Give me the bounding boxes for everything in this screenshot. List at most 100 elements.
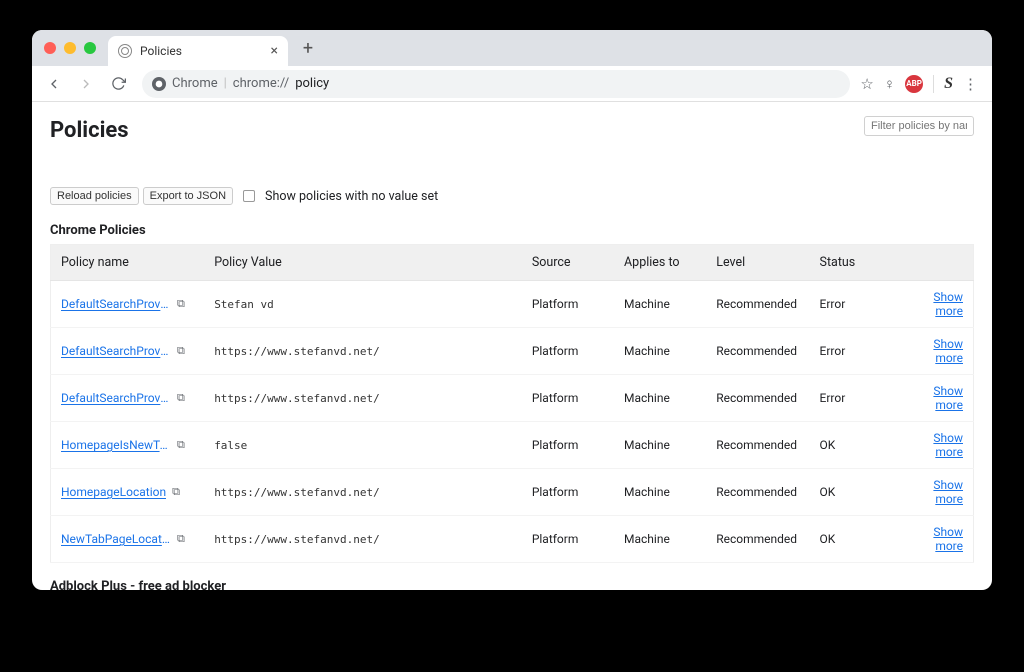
policy-level: Recommended	[706, 328, 809, 375]
export-json-button[interactable]: Export to JSON	[143, 187, 233, 205]
tab-title: Policies	[140, 44, 182, 58]
show-empty-checkbox[interactable]	[243, 190, 255, 202]
policy-name-link[interactable]: DefaultSearchProvider…	[61, 344, 171, 358]
policy-status: Error	[810, 375, 902, 422]
minimize-window-button[interactable]	[64, 42, 76, 54]
url-host: chrome://	[233, 76, 289, 91]
table-row: DefaultSearchProvider… ⧉ https://www.stefa…	[51, 328, 974, 375]
show-more-link[interactable]: Show more	[933, 290, 963, 318]
policy-applies: Machine	[614, 422, 706, 469]
show-empty-label: Show policies with no value set	[265, 189, 438, 204]
chrome-section-title: Chrome Policies	[50, 223, 974, 238]
th-applies: Applies to	[614, 245, 706, 281]
policy-level: Recommended	[706, 469, 809, 516]
external-link-icon[interactable]: ⧉	[177, 344, 185, 358]
policy-source: Platform	[522, 281, 614, 328]
window-controls	[44, 42, 96, 54]
globe-icon	[118, 44, 132, 58]
policy-name-link[interactable]: DefaultSearchProvider…	[61, 297, 171, 311]
policy-source: Platform	[522, 422, 614, 469]
filter-input[interactable]	[864, 116, 974, 136]
policy-value: https://www.stefanvd.net/	[214, 392, 380, 405]
star-icon[interactable]: ☆	[860, 75, 873, 93]
policy-value: false	[214, 439, 247, 452]
table-row: NewTabPageLocation ⧉ https://www.stefanvd.…	[51, 516, 974, 563]
policy-status: OK	[810, 469, 902, 516]
show-more-link[interactable]: Show more	[933, 478, 963, 506]
back-button[interactable]	[40, 70, 68, 98]
actions: Reload policies Export to JSON Show poli…	[50, 187, 974, 205]
policy-value: https://www.stefanvd.net/	[214, 486, 380, 499]
th-name: Policy name	[51, 245, 205, 281]
policy-applies: Machine	[614, 281, 706, 328]
table-row: HomepageIsNewTabP… ⧉ false PlatformMachineR…	[51, 422, 974, 469]
external-link-icon[interactable]: ⧉	[177, 391, 185, 405]
table-row: DefaultSearchProvider… ⧉ Stefan vd Platform…	[51, 281, 974, 328]
close-window-button[interactable]	[44, 42, 56, 54]
page-title: Policies	[50, 118, 129, 143]
toolbar-right: ☆ ♀ ABP S ⋮	[860, 75, 978, 93]
maximize-window-button[interactable]	[84, 42, 96, 54]
separator	[933, 75, 934, 93]
policy-name-link[interactable]: HomepageIsNewTabP…	[61, 438, 171, 452]
policy-source: Platform	[522, 469, 614, 516]
policy-name-link[interactable]: HomepageLocation	[61, 485, 166, 499]
page-content: Policies Reload policies Export to JSON …	[32, 102, 992, 590]
table-row: DefaultSearchProvider… ⧉ https://www.stefa…	[51, 375, 974, 422]
policy-value: Stefan vd	[214, 298, 274, 311]
policy-applies: Machine	[614, 328, 706, 375]
abp-extension-icon[interactable]: ABP	[905, 75, 923, 93]
external-link-icon[interactable]: ⧉	[177, 438, 185, 452]
th-action	[902, 245, 974, 281]
tab-policies[interactable]: Policies ×	[108, 36, 288, 66]
th-level: Level	[706, 245, 809, 281]
policy-level: Recommended	[706, 375, 809, 422]
reload-policies-button[interactable]: Reload policies	[50, 187, 139, 205]
policy-source: Platform	[522, 328, 614, 375]
policy-name-link[interactable]: NewTabPageLocation	[61, 532, 171, 546]
close-tab-icon[interactable]: ×	[271, 43, 278, 59]
th-status: Status	[810, 245, 902, 281]
forward-button[interactable]	[72, 70, 100, 98]
show-more-link[interactable]: Show more	[933, 431, 963, 459]
policy-status: Error	[810, 328, 902, 375]
policy-applies: Machine	[614, 516, 706, 563]
table-row: HomepageLocation ⧉ https://www.stefanvd.ne…	[51, 469, 974, 516]
th-source: Source	[522, 245, 614, 281]
abp-section-title: Adblock Plus - free ad blocker	[50, 579, 974, 590]
external-link-icon[interactable]: ⧉	[172, 485, 180, 499]
policy-name-link[interactable]: DefaultSearchProvider…	[61, 391, 171, 405]
policy-status: Error	[810, 281, 902, 328]
titlebar: Policies × +	[32, 30, 992, 66]
show-more-link[interactable]: Show more	[933, 525, 963, 553]
address-bar[interactable]: Chrome | chrome:// policy	[142, 70, 850, 98]
policy-value: https://www.stefanvd.net/	[214, 345, 380, 358]
policy-source: Platform	[522, 516, 614, 563]
reload-button[interactable]	[104, 70, 132, 98]
policy-source: Platform	[522, 375, 614, 422]
policy-value: https://www.stefanvd.net/	[214, 533, 380, 546]
menu-icon[interactable]: ⋮	[963, 75, 978, 93]
new-tab-button[interactable]: +	[296, 36, 320, 60]
tabs: Policies × +	[108, 30, 320, 66]
chrome-policies-table: Policy name Policy Value Source Applies …	[50, 244, 974, 563]
policy-level: Recommended	[706, 422, 809, 469]
site-info-icon[interactable]	[152, 77, 166, 91]
external-link-icon[interactable]: ⧉	[177, 297, 185, 311]
extension-s-icon[interactable]: S	[944, 75, 953, 93]
lightbulb-icon[interactable]: ♀	[884, 75, 895, 93]
toolbar: Chrome | chrome:// policy ☆ ♀ ABP S ⋮	[32, 66, 992, 102]
policy-status: OK	[810, 516, 902, 563]
url-divider: |	[224, 76, 227, 91]
policy-level: Recommended	[706, 281, 809, 328]
show-more-link[interactable]: Show more	[933, 337, 963, 365]
browser-window: Policies × + Chrome | chrome:// policy ☆ …	[32, 30, 992, 590]
show-more-link[interactable]: Show more	[933, 384, 963, 412]
external-link-icon[interactable]: ⧉	[177, 532, 185, 546]
policy-level: Recommended	[706, 516, 809, 563]
th-value: Policy Value	[204, 245, 522, 281]
url-scheme: Chrome	[172, 76, 218, 91]
url-path: policy	[295, 76, 329, 91]
policy-applies: Machine	[614, 469, 706, 516]
policy-status: OK	[810, 422, 902, 469]
